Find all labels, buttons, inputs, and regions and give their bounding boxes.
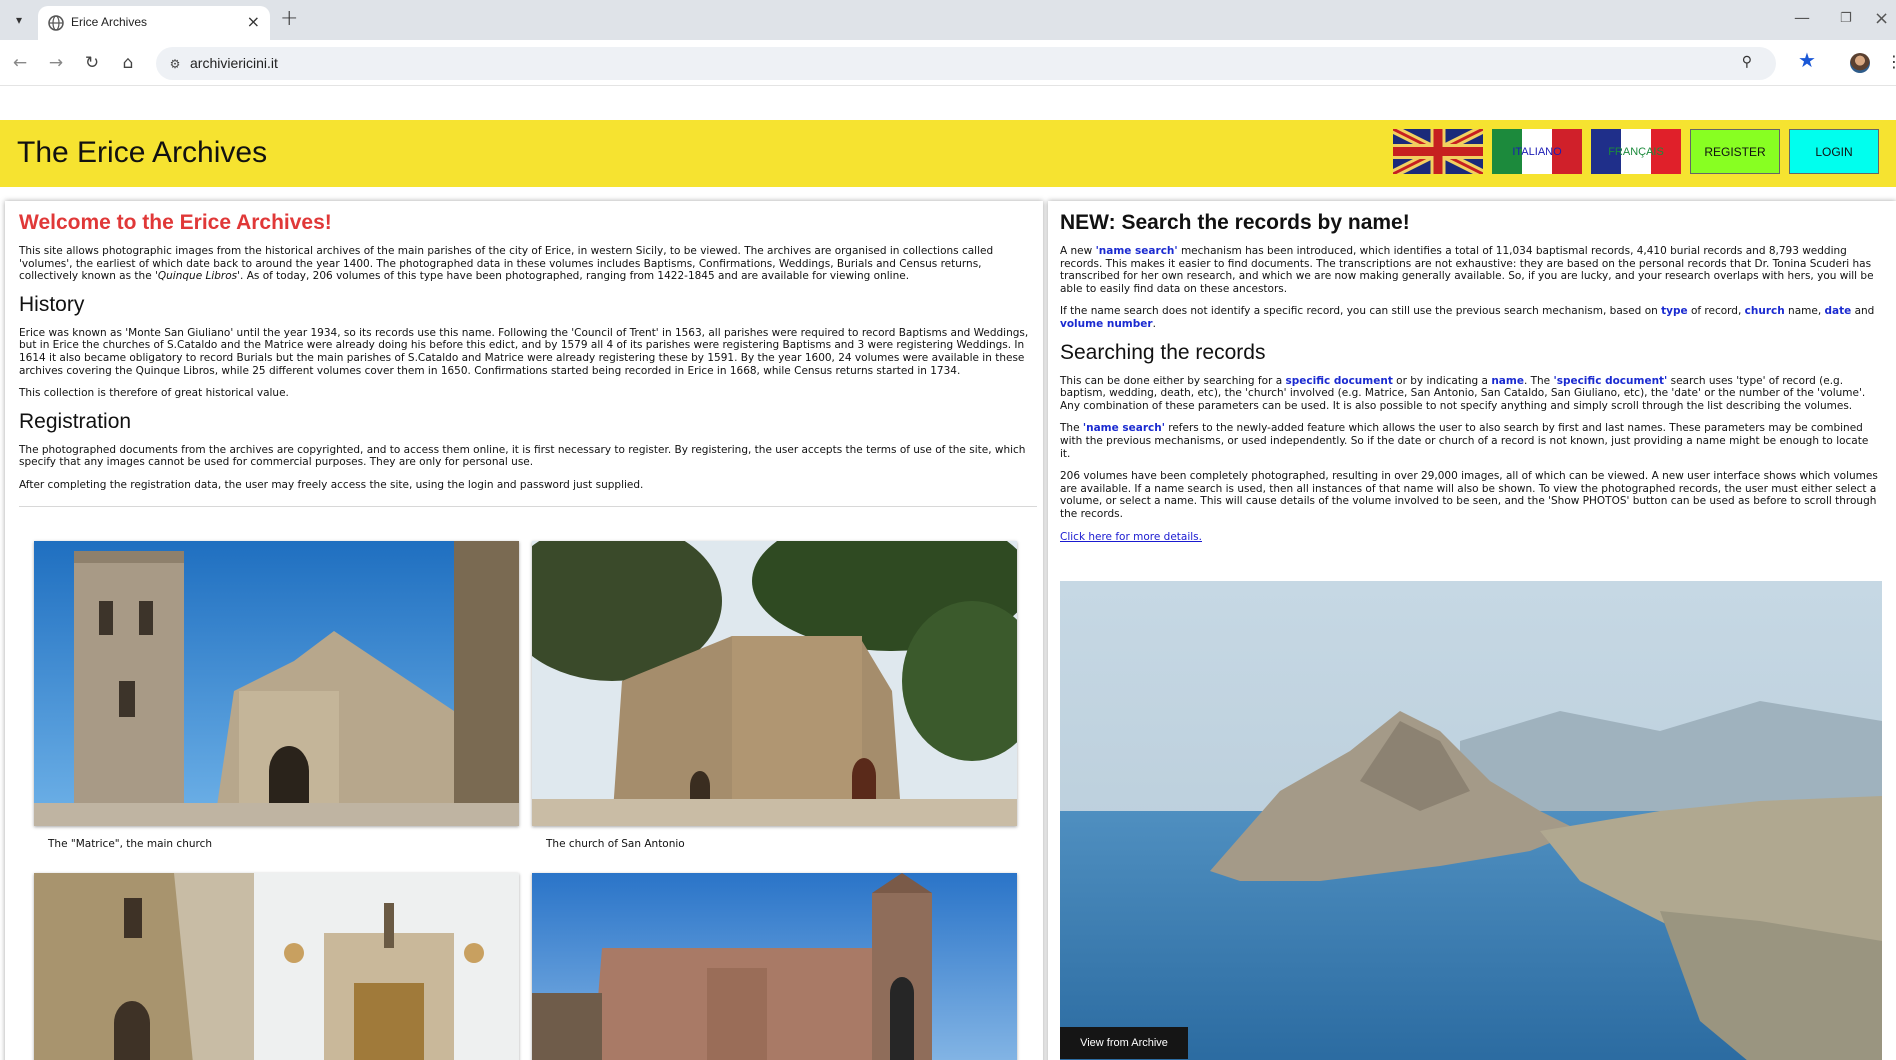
registration-login-paragraph: After completing the registration data, … [19, 478, 644, 491]
more-details-link[interactable]: Click here for more details. [1060, 531, 1202, 543]
register-button[interactable]: REGISTER [1690, 129, 1780, 174]
name-search-quote[interactable]: 'name search' [1083, 422, 1165, 434]
browser-tab[interactable]: Erice Archives × [38, 6, 270, 40]
fallback-search-paragraph: If the name search does not identify a s… [1060, 305, 1875, 330]
globe-icon [48, 15, 64, 31]
language-french-button[interactable]: FRANÇAIS [1591, 129, 1681, 174]
specific-document-quote[interactable]: 'specific document' [1553, 375, 1667, 387]
zoom-magnifier-icon[interactable]: ⚲ [1742, 54, 1752, 70]
view-from-archive-photo[interactable]: View from Archive [1060, 581, 1882, 1060]
date-link[interactable]: date [1825, 305, 1852, 317]
language-italian-button[interactable]: ITALIANO [1492, 129, 1582, 174]
address-bar[interactable]: ⚙ archiviericini.it ⚲ [156, 47, 1776, 80]
church-link[interactable]: church [1745, 305, 1785, 317]
language-english-button[interactable]: ENGLISH [1393, 129, 1483, 174]
bookmark-star-icon[interactable]: ★ [1798, 48, 1816, 72]
browser-menu-icon[interactable]: ⋮ [1886, 52, 1896, 71]
site-title: The Erice Archives [17, 136, 268, 169]
name-search-link[interactable]: 'name search' [1096, 245, 1178, 257]
registration-paragraph: The photographed documents from the arch… [19, 443, 1026, 469]
name-search-feature-paragraph: The 'name search' refers to the newly-ad… [1060, 422, 1869, 460]
history-paragraph: Erice was known as 'Monte San Giuliano' … [19, 326, 1029, 377]
san-antonio-illustration [532, 541, 1017, 826]
login-button[interactable]: LOGIN [1789, 129, 1879, 174]
type-link[interactable]: type [1661, 305, 1688, 317]
reload-icon[interactable]: ↻ [80, 51, 104, 75]
bell-tower-illustration [532, 873, 1017, 1060]
tab-title: Erice Archives [71, 15, 148, 29]
welcome-heading: Welcome to the Erice Archives! [19, 211, 332, 234]
home-icon[interactable]: ⌂ [116, 51, 140, 75]
web-page: The Erice Archives ENGLISH ITALIANO FRAN… [0, 86, 1896, 1060]
left-content-panel: Welcome to the Erice Archives! This site… [5, 201, 1043, 1060]
view-from-archive-badge: View from Archive [1060, 1027, 1188, 1059]
name-link[interactable]: name [1491, 375, 1524, 387]
bell-tower-church-photo[interactable] [532, 873, 1017, 1060]
coastline-illustration [1060, 581, 1882, 1060]
url-text[interactable]: archiviericini.it [190, 55, 278, 71]
registration-heading: Registration [19, 409, 132, 433]
name-search-heading: NEW: Search the records by name! [1060, 211, 1410, 234]
matrice-caption: The "Matrice", the main church [48, 838, 213, 850]
window-restore-icon[interactable]: ❐ [1840, 11, 1852, 26]
tab-close-icon[interactable]: × [247, 12, 260, 31]
volumes-paragraph: 206 volumes have been completely photogr… [1060, 470, 1878, 520]
matrice-church-photo[interactable] [34, 541, 519, 826]
matrice-illustration [34, 541, 519, 826]
language-english-label: ENGLISH [1413, 145, 1463, 158]
church-composite-illustration [34, 873, 519, 1060]
church-composite-photo[interactable] [34, 873, 519, 1060]
browser-toolbar: ← → ↻ ⌂ ⚙ archiviericini.it ⚲ [0, 40, 1896, 86]
intro-paragraph: This site allows photographic images fro… [19, 245, 994, 283]
name-search-paragraph: A new 'name search' mechanism has been i… [1060, 245, 1874, 295]
browser-tabstrip: ▾ Erice Archives × + — ❐ × [0, 0, 1896, 40]
right-content-panel: NEW: Search the records by name! A new '… [1048, 201, 1896, 1060]
new-tab-icon[interactable]: + [280, 6, 298, 31]
forward-arrow-icon[interactable]: → [44, 51, 68, 75]
language-italian-label: ITALIANO [1512, 145, 1562, 158]
searching-records-heading: Searching the records [1060, 340, 1266, 364]
section-divider [19, 505, 1037, 507]
history-heading: History [19, 292, 85, 316]
window-close-icon[interactable]: × [1874, 8, 1889, 29]
san-antonio-caption: The church of San Antonio [546, 838, 685, 850]
specific-document-link[interactable]: specific document [1285, 375, 1392, 387]
language-french-label: FRANÇAIS [1608, 145, 1664, 158]
specific-document-paragraph: This can be done either by searching for… [1060, 374, 1866, 412]
san-antonio-church-photo[interactable] [532, 541, 1017, 826]
profile-avatar[interactable] [1850, 53, 1870, 73]
tab-search-chevron-icon[interactable]: ▾ [8, 9, 30, 31]
volume-number-link[interactable]: volume number [1060, 318, 1153, 330]
site-info-icon[interactable]: ⚙ [166, 55, 184, 73]
site-header-banner: The Erice Archives ENGLISH ITALIANO FRAN… [0, 120, 1896, 187]
window-minimize-icon[interactable]: — [1794, 8, 1810, 27]
back-arrow-icon[interactable]: ← [8, 51, 32, 75]
history-value-paragraph: This collection is therefore of great hi… [19, 387, 289, 400]
